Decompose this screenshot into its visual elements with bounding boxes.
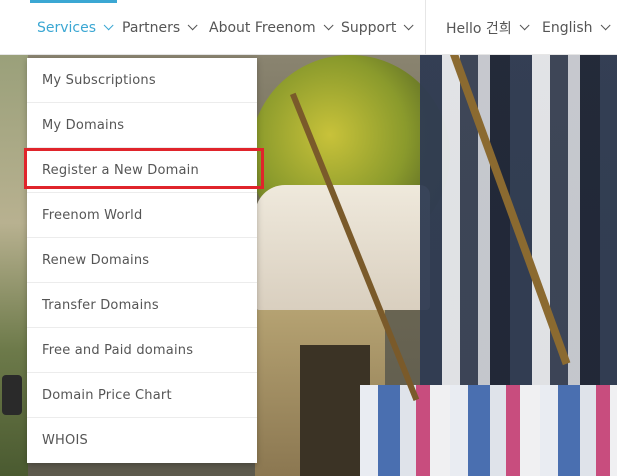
nav-divider (425, 0, 426, 55)
user-greeting: Hello 건희 (446, 20, 512, 37)
background-shirts (360, 385, 617, 476)
top-navigation: Services Partners About Freenom Support … (0, 0, 617, 55)
nav-partners[interactable]: Partners (122, 0, 198, 55)
chevron-down-icon (103, 20, 114, 31)
menu-item-my-domains[interactable]: My Domains (27, 103, 257, 148)
chevron-down-icon (187, 20, 198, 31)
menu-item-freenom-world[interactable]: Freenom World (27, 193, 257, 238)
language-label: English (542, 19, 593, 36)
chevron-down-icon (519, 20, 530, 31)
nav-about[interactable]: About Freenom (209, 0, 334, 55)
menu-item-transfer-domains[interactable]: Transfer Domains (27, 283, 257, 328)
language-selector[interactable]: English (542, 0, 611, 55)
nav-services-label: Services (37, 19, 97, 36)
nav-support-label: Support (341, 19, 397, 36)
services-dropdown-menu: My Subscriptions My Domains Register a N… (27, 58, 257, 463)
chevron-down-icon (323, 20, 334, 31)
chevron-down-icon (404, 20, 414, 31)
background-lamp (2, 375, 22, 415)
menu-item-free-and-paid-domains[interactable]: Free and Paid domains (27, 328, 257, 373)
nav-about-label: About Freenom (209, 19, 316, 36)
chevron-down-icon (600, 20, 611, 31)
nav-partners-label: Partners (122, 19, 181, 36)
background-awning (255, 185, 430, 310)
menu-item-renew-domains[interactable]: Renew Domains (27, 238, 257, 283)
menu-item-whois[interactable]: WHOIS (27, 418, 257, 463)
highlight-annotation (24, 148, 264, 189)
menu-item-my-subscriptions[interactable]: My Subscriptions (27, 58, 257, 103)
nav-services[interactable]: Services (29, 0, 118, 55)
menu-item-domain-price-chart[interactable]: Domain Price Chart (27, 373, 257, 418)
user-menu[interactable]: Hello 건희 (446, 0, 530, 55)
nav-support[interactable]: Support (341, 0, 414, 55)
